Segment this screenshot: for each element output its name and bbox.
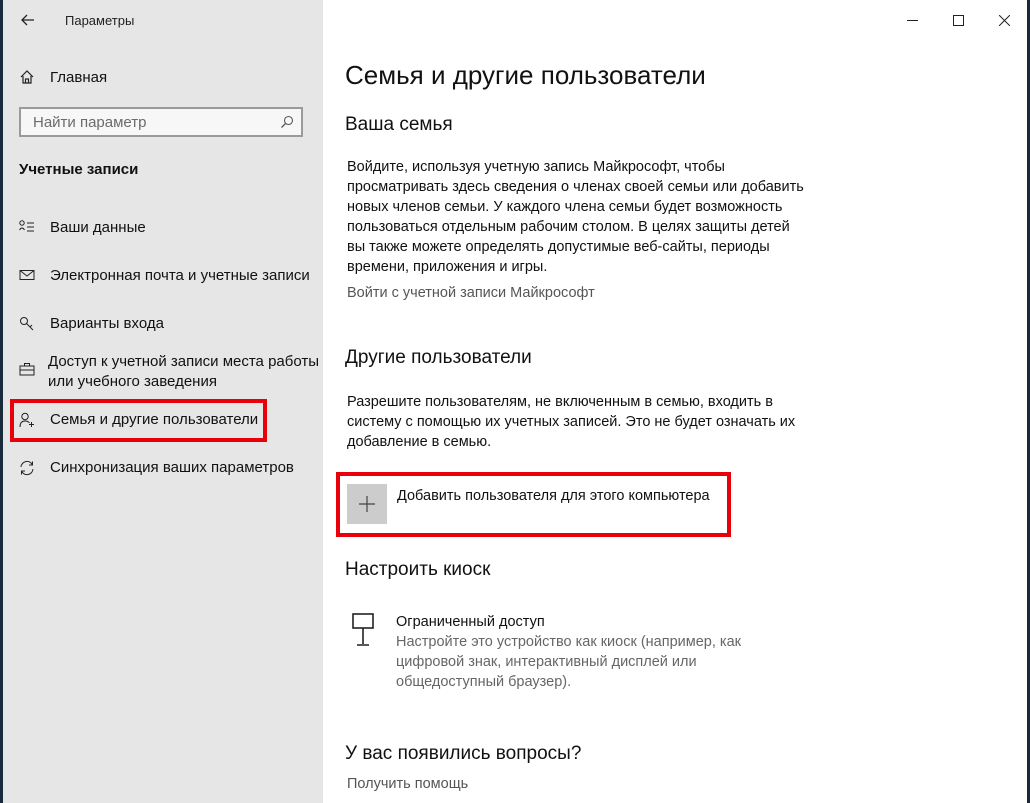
family-description: Войдите, используя учетную запись Майкро… <box>347 159 804 275</box>
search-icon[interactable] <box>273 115 301 129</box>
sidebar-item-work-access[interactable]: Доступ к учетной записи места работы или… <box>19 352 319 392</box>
mail-icon <box>19 266 37 282</box>
sign-in-microsoft-link[interactable]: Войти с учетной записи Майкрософт <box>347 285 595 301</box>
kiosk-description: Настройте это устройство как киоск (напр… <box>396 634 741 690</box>
app-title: Параметры <box>65 13 135 28</box>
kiosk-heading: Настроить киоск <box>345 559 491 580</box>
sidebar-item-email[interactable]: Электронная почта и учетные записи <box>19 266 310 286</box>
page-title: Семья и другие пользователи <box>345 60 706 90</box>
close-icon <box>998 14 1010 26</box>
sidebar-item-sign-in-options[interactable]: Варианты входа <box>19 314 164 334</box>
nav-home[interactable]: Главная <box>19 64 107 90</box>
home-icon <box>19 69 37 85</box>
sidebar-item-label: Доступ к учетной записи места работы или… <box>48 353 320 390</box>
highlight-box <box>336 472 731 537</box>
kiosk-icon <box>351 612 375 648</box>
sidebar: Параметры Главная Учетные записи Ваши да… <box>3 0 323 803</box>
minimize-icon <box>906 19 918 21</box>
key-icon <box>19 314 37 332</box>
back-arrow-icon <box>21 14 34 26</box>
kiosk-assigned-access[interactable]: Ограниченный доступ Настройте это устрой… <box>351 612 786 692</box>
search-input[interactable] <box>31 112 273 132</box>
main-content: Семья и другие пользователи Ваша семья В… <box>323 0 1027 803</box>
sidebar-item-label: Синхронизация ваших параметров <box>50 459 294 476</box>
highlight-box <box>10 399 267 442</box>
sidebar-item-label: Ваши данные <box>50 219 146 236</box>
kiosk-title: Ограниченный доступ <box>396 614 545 630</box>
questions-heading: У вас появились вопросы? <box>345 743 582 764</box>
other-users-heading: Другие пользователи <box>345 347 532 368</box>
get-help-link[interactable]: Получить помощь <box>347 776 468 792</box>
search-box[interactable] <box>19 107 303 137</box>
settings-window: Параметры Главная Учетные записи Ваши да… <box>3 0 1027 803</box>
sidebar-item-sync[interactable]: Синхронизация ваших параметров <box>19 458 294 478</box>
nav-home-label: Главная <box>50 68 108 86</box>
sidebar-item-label: Варианты входа <box>50 315 164 332</box>
maximize-icon <box>952 14 964 26</box>
sidebar-item-your-info[interactable]: Ваши данные <box>19 218 146 238</box>
back-button[interactable] <box>13 6 43 34</box>
other-users-description: Разрешите пользователям, не включенным в… <box>347 394 796 450</box>
sidebar-item-label: Электронная почта и учетные записи <box>50 267 310 284</box>
sync-icon <box>19 458 37 476</box>
close-button[interactable] <box>981 0 1027 40</box>
briefcase-icon <box>19 352 35 376</box>
minimize-button[interactable] <box>889 0 935 40</box>
maximize-button[interactable] <box>935 0 981 40</box>
user-info-icon <box>19 218 37 234</box>
section-title: Учетные записи <box>19 161 139 178</box>
family-heading: Ваша семья <box>345 114 453 135</box>
